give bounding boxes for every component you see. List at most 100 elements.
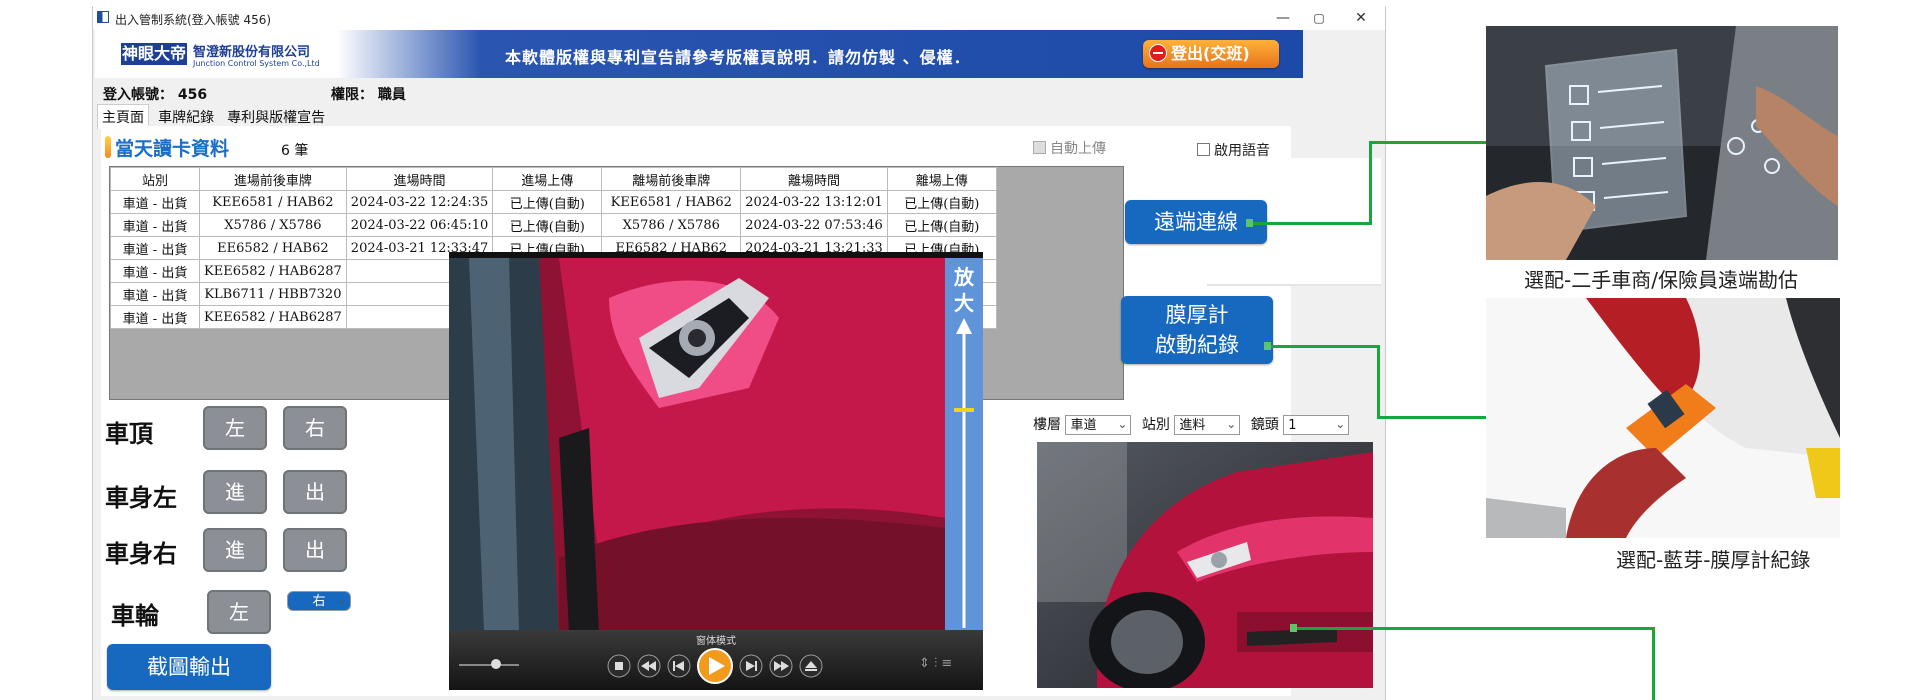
section-marker (105, 136, 111, 158)
station-select[interactable]: 進料 (1174, 414, 1241, 435)
account-info: 登入帳號： 456 (103, 84, 207, 104)
table-cell: 已上傳(自動) (492, 213, 603, 237)
play-icon[interactable] (697, 648, 733, 684)
zoom-handle[interactable] (954, 408, 974, 412)
thickness-label-2: 啟動紀錄 (1155, 333, 1239, 357)
app-icon (97, 11, 109, 23)
connector-line (1268, 345, 1378, 348)
table-cell: KEE6581 / HAB62 (601, 190, 742, 214)
col-exit-upload: 離場上傳 (886, 167, 997, 191)
table-cell: 車道 - 出貨 (110, 259, 200, 283)
voice-label: 啟用語音 (1214, 143, 1270, 159)
account-label: 登入帳號： (103, 87, 173, 103)
connector-line (1377, 416, 1489, 419)
player-controls: 窗体模式 ⇕ ⫶ ≡ (449, 630, 983, 690)
lens-label: 鏡頭 (1250, 417, 1279, 433)
permission-label: 權限： (331, 87, 373, 103)
previous-icon[interactable] (667, 654, 691, 678)
body-right-in-button[interactable]: 進 (203, 528, 267, 572)
video-frame[interactable] (449, 258, 945, 632)
video-player[interactable]: 放 大 窗体模式 ⇕ ⫶ ≡ (449, 252, 983, 690)
thickness-label-1: 膜厚計 (1165, 303, 1229, 327)
table-cell: 車道 - 出貨 (110, 236, 200, 260)
maximize-button[interactable]: ▢ (1301, 8, 1337, 28)
account-value: 456 (177, 87, 208, 103)
eject-icon[interactable] (799, 654, 823, 678)
col-entry-time: 進場時間 (345, 167, 494, 191)
col-entry-upload: 進場上傳 (492, 167, 603, 191)
table-cell: 已上傳(自動) (886, 213, 997, 237)
zoom-label-2: 大 (954, 291, 974, 315)
table-cell: KLB6711 / HBB7320 (199, 282, 347, 306)
table-row[interactable]: 車道 - 出貨 X5786 / X5786 2024-03-22 06:45:10 已… (110, 213, 997, 237)
camera-selectors: 樓層 車道 站別 進料 鏡頭 1 (1033, 414, 1355, 435)
connector-line (1251, 222, 1371, 225)
logout-button[interactable]: 登出(交班) (1143, 40, 1279, 68)
rewind-icon[interactable] (637, 654, 661, 678)
col-exit-time: 離場時間 (740, 167, 888, 191)
table-cell: 車道 - 出貨 (110, 213, 200, 237)
col-exit-plate: 離場前後車牌 (601, 167, 742, 191)
table-cell: X5786 / X5786 (601, 213, 742, 237)
lens-select[interactable]: 1 (1283, 414, 1350, 435)
table-cell: 2024-03-22 06:45:10 (345, 213, 494, 237)
roof-label: 車頂 (105, 420, 153, 448)
wheel-left-button[interactable]: 左 (207, 590, 271, 634)
voice-checkbox[interactable]: 啟用語音 (1197, 140, 1270, 160)
settings-icon[interactable]: ⇕ ⫶ ≡ (919, 656, 952, 671)
connector-dot (1264, 342, 1271, 350)
body-right-out-button[interactable]: 出 (283, 528, 347, 572)
connector-dot (1246, 219, 1253, 227)
connector-line (1377, 345, 1380, 418)
window-mode-label: 窗体模式 (696, 636, 736, 647)
table-cell: KEE6581 / HAB62 (199, 190, 347, 214)
company-name-en: Junction Control System Co.,Ltd (193, 59, 320, 68)
permission-info: 權限： 職員 (331, 84, 406, 104)
app-window: 出入管制系統(登入帳號 456) — ▢ ✕ 神眼大帝 智澄新股份有限公司 Ju… (92, 6, 1386, 700)
arrow-up-icon (956, 318, 972, 628)
auto-upload-checkbox[interactable]: 自動上傳 (1033, 138, 1106, 158)
body-left-in-button[interactable]: 進 (203, 470, 267, 514)
floor-select[interactable]: 車道 (1065, 414, 1132, 435)
thickness-gauge-photo (1486, 298, 1840, 538)
record-count: 6 筆 (281, 143, 309, 159)
permission-value: 職員 (377, 87, 406, 103)
transport-buttons (607, 648, 823, 684)
table-cell: EE6582 / HAB62 (199, 236, 347, 260)
window-title: 出入管制系統(登入帳號 456) (115, 13, 272, 27)
thickness-record-button[interactable]: 膜厚計 啟動紀錄 (1121, 296, 1273, 364)
table-cell: 已上傳(自動) (886, 190, 997, 214)
col-station: 站別 (110, 167, 200, 191)
export-screenshot-button[interactable]: 截圖輸出 (107, 644, 271, 690)
table-row[interactable]: 車道 - 出貨 KEE6581 / HAB62 2024-03-22 12:24:3… (110, 190, 997, 214)
table-cell: 已上傳(自動) (492, 190, 603, 214)
company-name: 智澄新股份有限公司 (193, 45, 311, 60)
wheel-label: 車輪 (111, 602, 159, 630)
table-cell: 車道 - 出貨 (110, 282, 200, 306)
floor-label: 樓層 (1033, 417, 1061, 433)
camera-preview[interactable] (1037, 442, 1373, 688)
fast-forward-icon[interactable] (769, 654, 793, 678)
zoom-slider[interactable]: 放 大 (945, 258, 983, 632)
body-right-label: 車身右 (105, 540, 177, 568)
station-label: 站別 (1141, 417, 1170, 433)
connector-line (1652, 627, 1655, 700)
body-left-label: 車身左 (105, 484, 177, 512)
next-icon[interactable] (739, 654, 763, 678)
roof-right-button[interactable]: 右 (283, 406, 347, 450)
stop-button-icon[interactable] (607, 654, 631, 678)
table-header-row: 站別 進場前後車牌 進場時間 進場上傳 離場前後車牌 離場時間 離場上傳 (110, 167, 997, 191)
close-button[interactable]: ✕ (1343, 8, 1379, 28)
volume-knob[interactable] (491, 659, 501, 669)
section-title: 當天讀卡資料 (115, 138, 230, 160)
volume-slider[interactable] (459, 664, 519, 666)
wheel-right-button[interactable]: 右 (287, 590, 351, 611)
title-bar: 出入管制系統(登入帳號 456) — ▢ ✕ (93, 6, 1385, 30)
roof-left-button[interactable]: 左 (203, 406, 267, 450)
minimize-button[interactable]: — (1265, 8, 1301, 28)
connector-line (1369, 141, 1489, 144)
table-cell: 2024-03-22 13:12:01 (740, 190, 888, 214)
showcase-caption-remote: 選配-二手車商/保險員遠端勘估 (1524, 268, 1798, 292)
table-cell: KEE6582 / HAB6287 (199, 259, 347, 283)
body-left-out-button[interactable]: 出 (283, 470, 347, 514)
